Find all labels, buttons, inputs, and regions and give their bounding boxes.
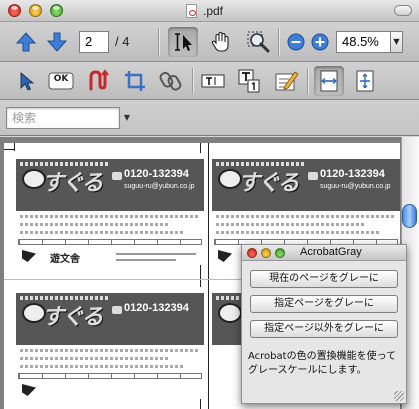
ok-button-label: OK	[53, 74, 69, 84]
tools-toolbar: OK	[0, 62, 419, 100]
fit-width-icon	[320, 70, 338, 92]
arrow-up-icon	[15, 32, 37, 52]
title-bar: .pdf	[0, 0, 419, 22]
red-link-loop-icon	[89, 69, 109, 91]
zoom-out-button[interactable]	[287, 33, 305, 51]
card-phone: 0120-132394	[320, 168, 385, 180]
card-email: suguu-ru@yubun.co.jp	[124, 183, 195, 190]
palette-close-button[interactable]	[247, 248, 257, 258]
card-address-line	[116, 253, 196, 255]
search-input[interactable]: 検索	[6, 107, 120, 129]
text-box-icon	[238, 69, 260, 93]
attach-link-button[interactable]	[158, 68, 184, 94]
crop-mark	[4, 149, 14, 150]
card-email: suguu-ru@yubun.co.jp	[320, 183, 391, 190]
company-logo-icon	[22, 384, 36, 396]
text-field-icon	[201, 74, 225, 88]
arrow-down-icon	[46, 32, 68, 52]
card-fine-print	[216, 215, 394, 218]
page-total-label: / 4	[115, 34, 130, 49]
card-logo-text: すぐる	[238, 170, 300, 195]
fit-page-button[interactable]	[352, 68, 378, 94]
acrobatgray-palette: AcrobatGray 現在のページをグレーに 指定ページをグレーに 指定ページ…	[241, 244, 407, 404]
palette-zoom-button[interactable]	[275, 248, 285, 258]
business-card: すぐる 0120-132394	[16, 287, 204, 399]
card-service-grid	[18, 239, 202, 245]
card-fine-print	[20, 357, 170, 360]
crop-mark	[14, 143, 15, 151]
hand-icon	[211, 31, 229, 52]
form-edit-tool-button[interactable]	[272, 67, 300, 95]
palette-description: Acrobatの色の置換機能を使ってグレースケールにします。	[248, 351, 397, 376]
card-fine-print	[216, 231, 381, 234]
toolbar-divider	[192, 68, 193, 94]
link-tool-button[interactable]	[86, 68, 112, 94]
toolbar-divider	[307, 68, 308, 94]
card-fine-print	[20, 349, 198, 352]
resize-grip-icon[interactable]	[394, 391, 404, 401]
gray-current-page-button[interactable]: 現在のページをグレーに	[250, 270, 398, 288]
card-fine-print	[20, 231, 185, 234]
crop-tool-button[interactable]	[122, 68, 148, 94]
company-logo-icon	[22, 250, 36, 262]
card-phone: 0120-132394	[124, 302, 189, 314]
minimize-window-button[interactable]	[29, 4, 42, 17]
select-tool-button[interactable]	[168, 27, 198, 57]
marquee-zoom-button[interactable]	[244, 28, 272, 56]
window-title: .pdf	[203, 4, 224, 18]
card-fine-print	[20, 215, 198, 218]
gray-except-specified-pages-button[interactable]: 指定ページ以外をグレーに	[250, 320, 398, 338]
zoom-in-button[interactable]	[311, 33, 329, 51]
fit-page-icon	[356, 70, 374, 92]
company-logo-icon	[218, 250, 232, 262]
palette-minimize-button[interactable]	[261, 248, 271, 258]
card-address-line	[116, 259, 176, 261]
hand-tool-button[interactable]	[207, 28, 235, 56]
toolbar-toggle-button[interactable]	[394, 5, 412, 16]
previous-page-button[interactable]	[14, 30, 38, 54]
palette-title-bar[interactable]: AcrobatGray	[242, 245, 406, 261]
card-logo-text: すぐる	[42, 170, 104, 195]
phone-icon	[112, 172, 122, 180]
card-fine-print	[20, 365, 185, 368]
page-number-input[interactable]: 2	[79, 31, 109, 53]
card-fine-print	[216, 223, 366, 226]
text-select-cursor-icon	[175, 33, 192, 51]
card-fine-print	[20, 223, 170, 226]
zoom-window-button[interactable]	[50, 4, 63, 17]
arrow-pointer-icon	[20, 72, 35, 91]
zoom-out-icon	[287, 33, 305, 51]
select-object-button[interactable]	[14, 69, 38, 93]
company-name: 遊文舎	[50, 254, 80, 265]
zoom-magnifier-icon	[247, 31, 270, 53]
fit-width-button[interactable]	[314, 66, 344, 96]
toolbar-divider	[158, 28, 159, 56]
ok-button[interactable]: OK	[48, 71, 74, 91]
text-field-tool-button[interactable]	[200, 69, 226, 93]
close-window-button[interactable]	[8, 4, 21, 17]
zoom-in-icon	[311, 33, 329, 51]
palette-title: AcrobatGray	[300, 246, 362, 258]
next-page-button[interactable]	[45, 30, 69, 54]
card-logo-text: すぐる	[42, 304, 104, 329]
zoom-level-field[interactable]: 48.5%	[336, 31, 391, 53]
crop-icon	[125, 71, 145, 91]
text-box-tool-button[interactable]	[236, 67, 262, 95]
business-card: すぐる 0120-132394 suguu-ru@yubun.co.jp 遊文舎	[16, 153, 204, 265]
crop-mark	[208, 143, 209, 409]
search-options-dropdown[interactable]: ▼	[120, 107, 134, 129]
scrollbar-thumb[interactable]	[402, 204, 417, 228]
chain-link-icon	[159, 71, 182, 91]
phone-icon	[308, 172, 318, 180]
toolbar-divider	[278, 28, 279, 56]
gray-specified-pages-button[interactable]: 指定ページをグレーに	[250, 295, 398, 313]
pdf-document-icon	[186, 4, 197, 18]
card-service-grid	[18, 373, 202, 379]
pencil-form-icon	[275, 71, 299, 91]
navigation-toolbar: 2 / 4 48.5% ▼	[0, 22, 419, 62]
acrobat-window: .pdf 2 / 4 48.5% ▼ OK 検索 ▼ すぐる 0120-1323…	[0, 0, 419, 409]
zoom-dropdown-button[interactable]: ▼	[391, 31, 403, 53]
card-phone: 0120-132394	[124, 168, 189, 180]
phone-icon	[112, 306, 122, 314]
